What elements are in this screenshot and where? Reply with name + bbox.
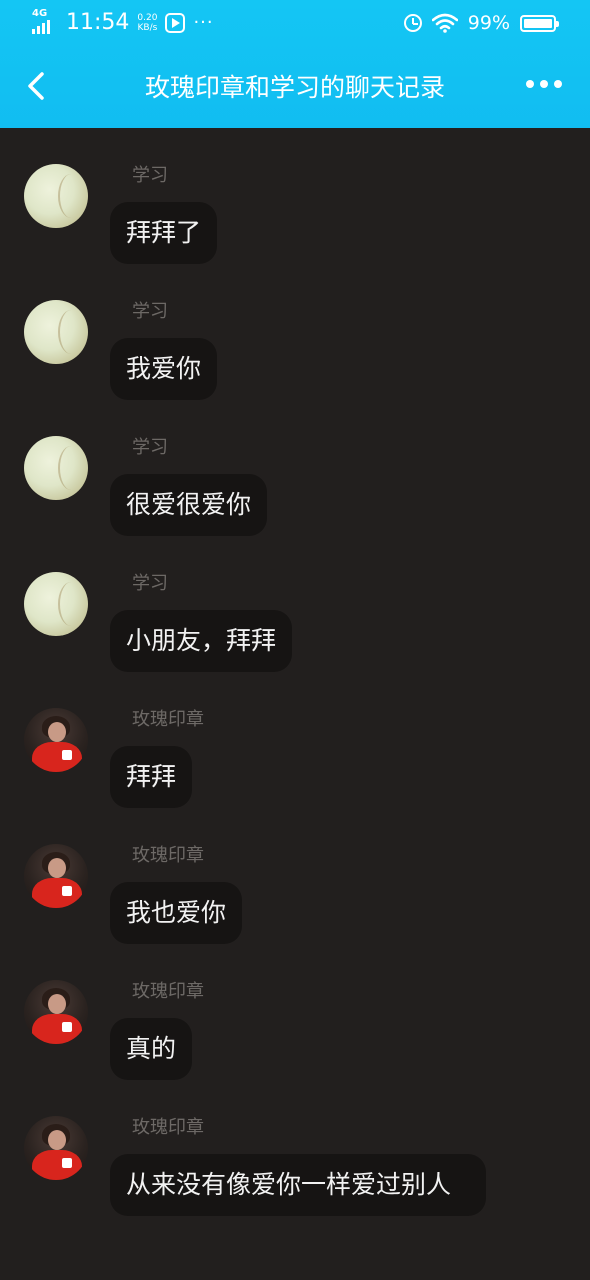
avatar[interactable] [24, 980, 88, 1044]
sender-name: 学习 [132, 437, 168, 458]
status-more-icon: ··· [193, 12, 214, 33]
more-dot [554, 80, 562, 88]
avatar[interactable] [24, 708, 88, 772]
sender-name: 玫瑰印章 [132, 845, 204, 866]
message-bubble[interactable]: 从来没有像爱你一样爱过别人 [110, 1154, 486, 1216]
network-speed-unit: KB/s [137, 23, 158, 33]
message-bubble[interactable]: 真的 [110, 1018, 193, 1080]
message-bubble[interactable]: 我也爱你 [110, 882, 243, 944]
status-left: 4G 11:54 0.20 KB/s ··· [32, 8, 214, 38]
alarm-icon [403, 14, 422, 32]
message-bubble[interactable]: 拜拜 [110, 746, 193, 808]
status-bar: 4G 11:54 0.20 KB/s ··· 99% [0, 0, 590, 46]
more-dot [526, 80, 534, 88]
sender-name: 玫瑰印章 [132, 709, 204, 730]
sender-name: 学习 [132, 165, 168, 186]
message-bubble[interactable]: 我爱你 [110, 338, 218, 400]
header-bar: 4G 11:54 0.20 KB/s ··· 99% 玫瑰印章和学习的聊天记录 [0, 0, 590, 128]
avatar[interactable] [24, 1116, 88, 1180]
status-time: 11:54 [66, 10, 130, 35]
sender-name: 学习 [132, 301, 168, 322]
battery-icon [520, 14, 559, 32]
message-bubble[interactable]: 拜拜了 [110, 202, 218, 264]
sender-name: 学习 [132, 573, 168, 594]
sender-name: 玫瑰印章 [132, 981, 204, 1002]
network-speed-value: 0.20 [137, 13, 158, 23]
wifi-icon [431, 13, 458, 33]
more-button[interactable] [526, 80, 562, 88]
sender-name: 玫瑰印章 [132, 1117, 204, 1138]
network-type: 4G [32, 8, 48, 19]
status-right: 99% [403, 8, 559, 38]
message-bubble[interactable]: 小朋友，拜拜 [110, 610, 293, 672]
avatar[interactable] [24, 436, 88, 500]
more-dot [540, 80, 548, 88]
network-speed: 0.20 KB/s [137, 13, 157, 33]
avatar[interactable] [24, 164, 88, 228]
avatar[interactable] [24, 572, 88, 636]
battery-percent: 99% [467, 12, 510, 34]
avatar[interactable] [24, 844, 88, 908]
battery-fill [524, 18, 552, 28]
video-app-icon [165, 13, 186, 33]
avatar[interactable] [24, 300, 88, 364]
message-bubble[interactable]: 很爱很爱你 [110, 474, 268, 536]
signal-bars [32, 20, 50, 34]
page-title: 玫瑰印章和学习的聊天记录 [144, 73, 445, 102]
signal-icon: 4G [32, 8, 58, 36]
